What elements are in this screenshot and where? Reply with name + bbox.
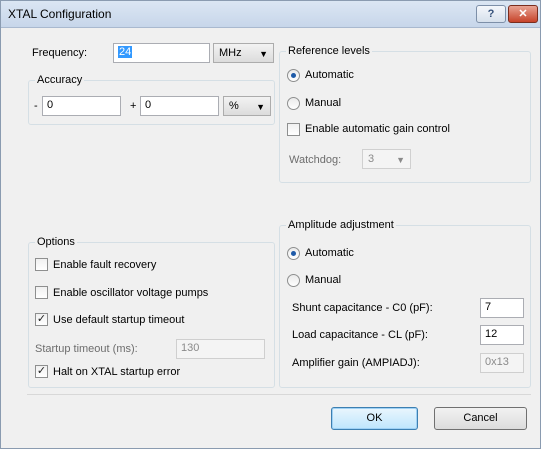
accuracy-minus-sign: -: [34, 100, 38, 112]
halt-on-error-checkbox[interactable]: ✓: [35, 365, 48, 378]
default-timeout-label[interactable]: Use default startup timeout: [53, 314, 184, 326]
watchdog-select[interactable]: 3 ▼: [362, 149, 411, 169]
load-capacitance-input[interactable]: 12: [480, 325, 524, 345]
reference-manual-radio[interactable]: [287, 97, 300, 110]
reference-manual-label[interactable]: Manual: [305, 97, 341, 109]
xtal-configuration-dialog: XTAL Configuration ? ✕ Frequency: 24 MHz…: [0, 0, 541, 449]
accuracy-plus-input[interactable]: 0: [140, 96, 219, 116]
amplitude-manual-label[interactable]: Manual: [305, 274, 341, 286]
watchdog-label: Watchdog:: [289, 154, 342, 166]
accuracy-plus-sign: +: [130, 100, 137, 112]
agc-label[interactable]: Enable automatic gain control: [305, 123, 450, 135]
fault-recovery-label[interactable]: Enable fault recovery: [53, 259, 156, 271]
frequency-unit-value: MHz: [219, 47, 242, 59]
accuracy-unit-select[interactable]: % ▼: [223, 96, 271, 116]
accuracy-unit-value: %: [229, 100, 239, 112]
window-title: XTAL Configuration: [8, 7, 112, 21]
amplitude-group-label: Amplitude adjustment: [286, 219, 396, 231]
accuracy-minus-input[interactable]: 0: [42, 96, 121, 116]
frequency-unit-select[interactable]: MHz ▼: [213, 43, 274, 63]
startup-timeout-input[interactable]: 130: [176, 339, 265, 359]
frequency-label: Frequency:: [32, 47, 88, 59]
amplitude-automatic-label[interactable]: Automatic: [305, 247, 354, 259]
frequency-input[interactable]: 24: [113, 43, 210, 63]
ok-button[interactable]: OK: [331, 407, 418, 430]
amplifier-gain-input[interactable]: 0x13: [480, 353, 524, 373]
reference-automatic-radio[interactable]: [287, 69, 300, 82]
accuracy-group-label: Accuracy: [35, 74, 85, 86]
close-button[interactable]: ✕: [508, 5, 538, 23]
voltage-pumps-checkbox[interactable]: [35, 286, 48, 299]
shunt-capacitance-label: Shunt capacitance - C0 (pF):: [292, 302, 433, 314]
footer-separator: [27, 394, 531, 395]
watchdog-value: 3: [368, 153, 375, 165]
amplifier-gain-label: Amplifier gain (AMPIADJ):: [292, 357, 420, 369]
options-group-label: Options: [35, 236, 77, 248]
fault-recovery-checkbox[interactable]: [35, 258, 48, 271]
startup-timeout-label: Startup timeout (ms):: [35, 343, 138, 355]
amplitude-automatic-radio[interactable]: [287, 247, 300, 260]
chevron-down-icon: ▼: [256, 102, 265, 112]
reference-automatic-label[interactable]: Automatic: [305, 69, 354, 81]
chevron-down-icon: ▼: [396, 155, 405, 165]
voltage-pumps-label[interactable]: Enable oscillator voltage pumps: [53, 287, 208, 299]
halt-on-error-label[interactable]: Halt on XTAL startup error: [53, 366, 180, 378]
chevron-down-icon: ▼: [259, 49, 268, 59]
agc-checkbox[interactable]: [287, 123, 300, 136]
cancel-button[interactable]: Cancel: [434, 407, 527, 430]
default-timeout-checkbox[interactable]: ✓: [35, 313, 48, 326]
title-bar[interactable]: XTAL Configuration ? ✕: [1, 1, 540, 28]
shunt-capacitance-input[interactable]: 7: [480, 298, 524, 318]
amplitude-manual-radio[interactable]: [287, 274, 300, 287]
help-button[interactable]: ?: [476, 5, 506, 23]
load-capacitance-label: Load capacitance - CL (pF):: [292, 329, 428, 341]
reference-levels-group-label: Reference levels: [286, 45, 372, 57]
frequency-value: 24: [118, 46, 133, 58]
